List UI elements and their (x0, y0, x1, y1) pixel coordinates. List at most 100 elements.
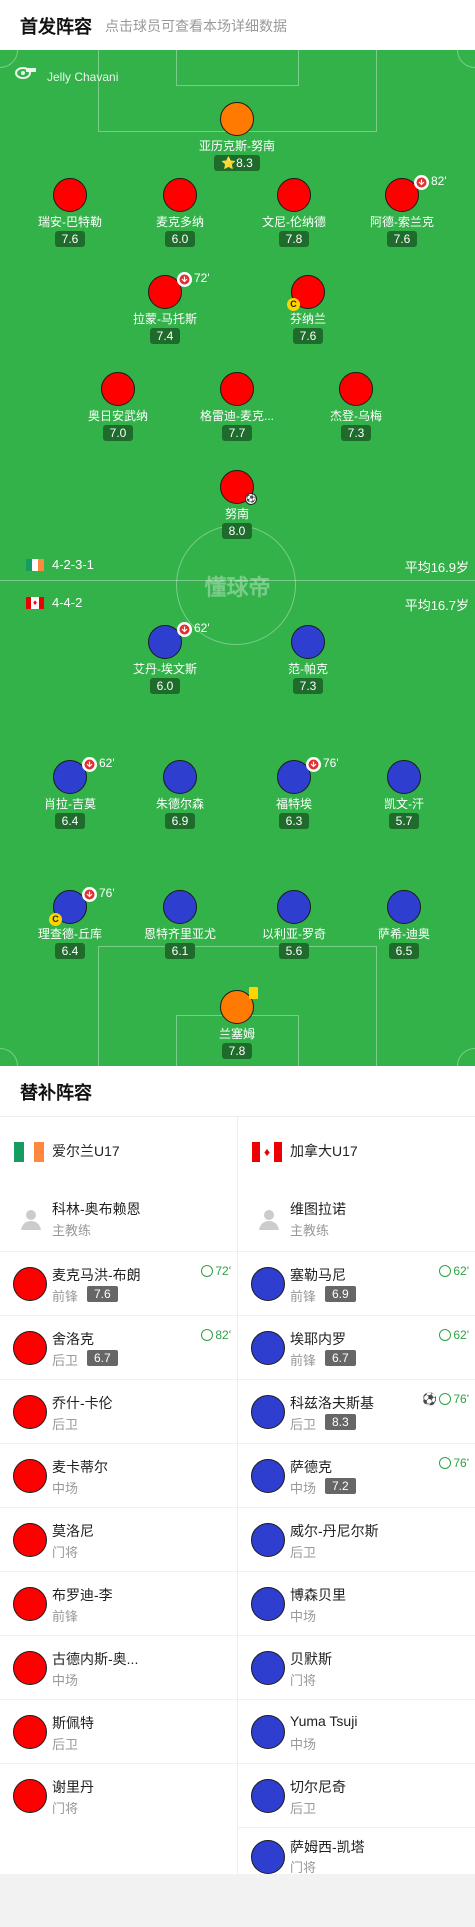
player-name: 凯文-汗 (384, 797, 424, 811)
player-away-cb2[interactable]: 以利亚-罗奇 5.6 (239, 890, 349, 960)
sub-in-icon (201, 1265, 214, 1277)
player-home-rb[interactable]: 瑞安-巴特勒 7.6 (15, 178, 125, 248)
sub-row[interactable]: 麦卡蒂尔 中场 (0, 1443, 237, 1507)
sub-row[interactable]: 威尔-丹尼尔斯 后卫 (238, 1507, 475, 1571)
sub-row[interactable]: 乔什-卡伦 后卫 (0, 1379, 237, 1443)
sub-row[interactable]: 埃耶内罗 前锋 6.7 62' (238, 1315, 475, 1379)
yellow-card-icon (249, 987, 258, 999)
sub-row[interactable]: 贝默斯 门将 (238, 1635, 475, 1699)
away-coach[interactable]: 维图拉诺 主教练 (238, 1187, 475, 1251)
player-rating: 7.0 (102, 425, 134, 441)
pitch: Jelly Chavani 懂球帝 亚历克斯-努南 ⭐8.3 瑞安-巴特勒 7.… (0, 50, 475, 1066)
sub-row[interactable]: 萨德克 中场 7.2 76' (238, 1443, 475, 1507)
player-rating: 6.3 (278, 813, 310, 829)
player-home-dm2[interactable]: C 芬纳兰 7.6 (253, 275, 363, 345)
player-home-cb1[interactable]: 麦克多纳 6.0 (125, 178, 235, 248)
player-home-st[interactable]: ⚽ 努南 8.0 (182, 470, 292, 540)
player-rating: 6.4 (54, 813, 86, 829)
sub-name: 麦卡蒂尔 (52, 1459, 108, 1475)
sub-position: 中场 (290, 1609, 317, 1624)
player-away-cm2[interactable]: 76' 福特埃 6.3 (239, 756, 349, 830)
pitch-corner-top-right (457, 50, 475, 68)
player-name: 杰登-乌梅 (330, 409, 382, 423)
sub-name: 谢里丹 (52, 1779, 94, 1795)
player-home-am3[interactable]: 杰登-乌梅 7.3 (301, 372, 411, 442)
sub-in-indicator: ⚽ 76' (422, 1392, 469, 1406)
sub-row[interactable]: Yuma Tsuji 中场 (238, 1699, 475, 1763)
sub-name: 萨姆西-凯塔 (290, 1839, 365, 1855)
player-away-rb[interactable]: 萨希-迪奥 6.5 (349, 890, 459, 960)
sub-name: 贝默斯 (290, 1651, 332, 1667)
sub-rating: 6.9 (325, 1286, 356, 1302)
sub-row[interactable]: 斯佩特 后卫 (0, 1699, 237, 1763)
player-away-gk[interactable]: 兰塞姆 7.8 (182, 987, 292, 1060)
sub-row[interactable]: 切尔尼奇 后卫 (238, 1763, 475, 1827)
player-home-gk[interactable]: 亚历克斯-努南 ⭐8.3 (182, 102, 292, 172)
rating-value: 8.3 (236, 156, 253, 170)
sub-out-icon (306, 757, 321, 772)
player-rating: ⭐8.3 (214, 155, 260, 171)
sub-row[interactable]: 麦克马洪-布朗 前锋 7.6 72' (0, 1251, 237, 1315)
sub-position: 后卫 (52, 1417, 79, 1432)
sub-row[interactable]: 古德内斯-奥... 中场 (0, 1635, 237, 1699)
home-avg-age: 平均16.9岁 (404, 560, 469, 575)
player-home-dm1[interactable]: 72' 拉蒙-马托斯 7.4 (110, 271, 220, 345)
coach-avatar-icon (252, 1202, 286, 1236)
player-jersey (13, 1459, 47, 1493)
sub-name: 萨德克 (290, 1459, 332, 1475)
player-home-lb[interactable]: 82' 阿德-索兰克 7.6 (347, 174, 457, 248)
sub-in-minute: 62' (453, 1328, 469, 1342)
subs-title: 替补阵容 (20, 1083, 92, 1103)
away-team-name: 加拿大U17 (290, 1143, 358, 1159)
player-jersey (251, 1395, 285, 1429)
player-home-am2[interactable]: 格雷迪-麦克... 7.7 (182, 372, 292, 442)
sub-in-minute: 82' (215, 1328, 231, 1342)
player-away-st2[interactable]: 范-帕克 7.3 (253, 625, 363, 695)
sub-row[interactable]: 博森贝里 中场 (238, 1571, 475, 1635)
canada-flag-icon: ♦ (252, 1142, 282, 1162)
lineup-header: 首发阵容 点击球员可查看本场详细数据 (0, 0, 475, 50)
player-jersey (163, 760, 197, 794)
lineup-hint: 点击球员可查看本场详细数据 (105, 18, 287, 34)
sub-rating: 8.3 (325, 1414, 356, 1430)
sub-in-minute: 72' (215, 1264, 231, 1278)
sub-in-icon (439, 1457, 452, 1469)
home-team-name: 爱尔兰U17 (52, 1143, 120, 1159)
player-away-cm1[interactable]: 朱德尔森 6.9 (125, 760, 235, 830)
sub-position: 后卫 (290, 1417, 317, 1432)
sub-row[interactable]: 莫洛尼 门将 (0, 1507, 237, 1571)
player-away-st1[interactable]: 62' 艾丹-埃文斯 6.0 (110, 621, 220, 695)
player-name: 肖拉-吉莫 (44, 797, 96, 811)
sub-row[interactable]: 布罗迪-李 前锋 (0, 1571, 237, 1635)
sub-row[interactable]: 科兹洛夫斯基 后卫 8.3 ⚽ 76' (238, 1379, 475, 1443)
sub-out-icon (177, 622, 192, 637)
sub-out-minute: 82' (431, 174, 447, 188)
sub-name: 莫洛尼 (52, 1523, 94, 1539)
player-away-lm[interactable]: 62' 肖拉-吉莫 6.4 (15, 756, 125, 830)
player-home-am1[interactable]: 奥日安武纳 7.0 (63, 372, 173, 442)
sub-name: 布罗迪-李 (52, 1587, 113, 1603)
player-away-cb1[interactable]: 恩特齐里亚尤 6.1 (125, 890, 235, 960)
player-name: 拉蒙-马托斯 (133, 312, 197, 326)
player-rating: 7.3 (292, 678, 324, 694)
player-jersey (220, 987, 258, 1024)
sub-row[interactable]: 舍洛克 后卫 6.7 82' (0, 1315, 237, 1379)
sub-position: 后卫 (52, 1353, 79, 1368)
home-coach[interactable]: 科林-奥布赖恩 主教练 (0, 1187, 237, 1251)
sub-row[interactable]: 塞勒马尼 前锋 6.9 62' (238, 1251, 475, 1315)
sub-row[interactable]: 谢里丹 门将 (0, 1763, 237, 1827)
pitch-corner-bottom-left (0, 1048, 18, 1066)
player-away-rm[interactable]: 凯文-汗 5.7 (349, 760, 459, 830)
sub-name: 塞勒马尼 (290, 1267, 346, 1283)
player-rating: 7.8 (278, 231, 310, 247)
home-formation-row: 4-2-3-1 (26, 557, 94, 572)
player-jersey (251, 1715, 285, 1749)
sub-in-indicator: 76' (439, 1456, 469, 1470)
sub-in-icon (439, 1265, 452, 1277)
player-away-lb[interactable]: 76' C 理查德-丘库 6.4 (15, 886, 125, 960)
sub-name: Yuma Tsuji (290, 1713, 358, 1729)
sub-name: 麦克马洪-布朗 (52, 1267, 141, 1283)
sub-in-indicator: 82' (201, 1328, 231, 1342)
player-home-cb2[interactable]: 文尼-伦纳德 7.8 (239, 178, 349, 248)
sub-row[interactable]: 萨姆西-凯塔 门将 (238, 1827, 475, 1875)
